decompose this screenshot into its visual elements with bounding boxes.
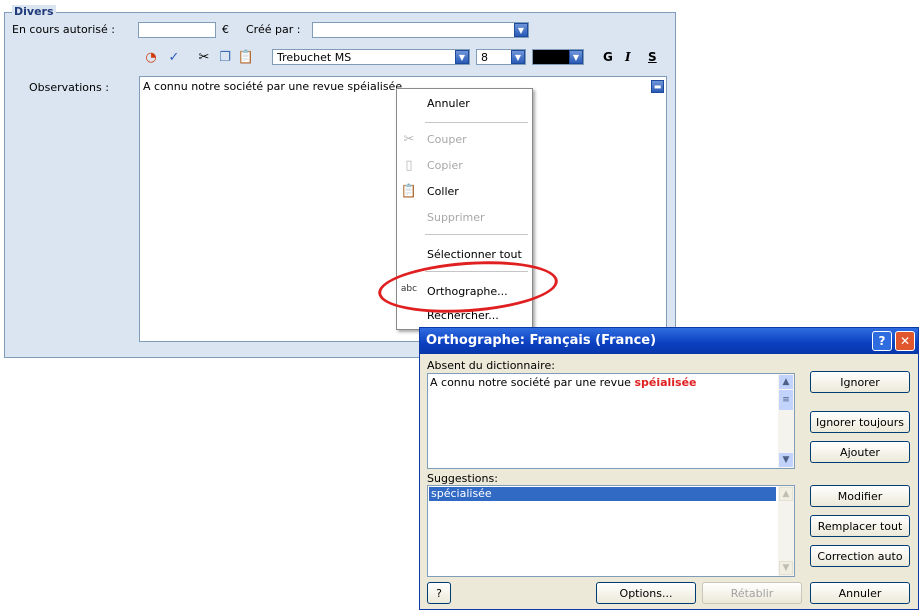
chevron-down-icon[interactable]: ▼ xyxy=(511,50,525,64)
ignorer-toujours-button[interactable]: Ignorer toujours xyxy=(810,411,910,433)
modifier-button[interactable]: Modifier xyxy=(810,485,910,507)
cree-par-label: Créé par : xyxy=(246,23,301,36)
underline-button[interactable]: S xyxy=(648,50,657,64)
copy-icon: ▯ xyxy=(405,157,413,173)
font-name-select[interactable]: Trebuchet MS ▼ xyxy=(272,49,470,65)
annuler-button[interactable]: Annuler xyxy=(810,582,910,604)
scroll-up-icon[interactable]: ▲ xyxy=(779,487,793,501)
chevron-down-icon[interactable]: ▼ xyxy=(455,50,469,64)
menu-item-copier[interactable]: Copier xyxy=(427,159,463,172)
menu-item-coller[interactable]: Coller xyxy=(427,185,459,198)
suggestion-item[interactable]: spécialisée xyxy=(429,487,776,501)
en-cours-label: En cours autorisé : xyxy=(12,23,115,36)
help-icon[interactable]: ? xyxy=(427,582,451,604)
menu-item-supprimer[interactable]: Supprimer xyxy=(427,211,485,224)
divers-panel: Divers En cours autorisé : € Créé par : … xyxy=(4,5,676,358)
bold-button[interactable]: G xyxy=(603,50,613,64)
spelling-dialog: Orthographe: Français (France) ? ✕ Absen… xyxy=(419,327,919,610)
ignorer-button[interactable]: Ignorer xyxy=(810,371,910,393)
en-cours-input[interactable] xyxy=(138,22,216,38)
menu-divider xyxy=(425,122,528,123)
suggestions-scrollbar[interactable]: ▲ ▼ xyxy=(778,486,794,576)
suggestions-list[interactable]: spécialisée ▲ ▼ xyxy=(427,485,795,577)
italic-button[interactable]: I xyxy=(625,50,631,64)
currency-symbol: € xyxy=(222,23,229,36)
paste-icon: 📋 xyxy=(400,183,418,199)
absent-label: Absent du dictionnaire: xyxy=(427,359,555,372)
divers-legend: Divers xyxy=(12,5,56,18)
options-button[interactable]: Options... xyxy=(596,582,696,604)
misspelled-word: spéialisée xyxy=(634,376,697,389)
dialog-title: Orthographe: Français (France) xyxy=(426,333,657,348)
paste-icon[interactable]: 📋 xyxy=(237,48,255,66)
collapse-icon[interactable]: ▬ xyxy=(651,80,664,93)
suggestions-label: Suggestions: xyxy=(427,472,498,485)
menu-item-selectionner-tout[interactable]: Sélectionner tout xyxy=(427,248,522,261)
ajouter-button[interactable]: Ajouter xyxy=(810,441,910,463)
scroll-up-icon[interactable]: ▲ xyxy=(779,375,793,389)
scroll-thumb[interactable]: ≡ xyxy=(779,390,793,410)
chevron-down-icon[interactable]: ▼ xyxy=(569,50,583,64)
cree-par-select[interactable]: ▼ xyxy=(312,22,529,38)
font-color-select[interactable]: ▼ xyxy=(532,49,584,65)
menu-item-annuler[interactable]: Annuler xyxy=(427,97,470,110)
scroll-down-icon[interactable]: ▼ xyxy=(779,453,793,467)
observations-label: Observations : xyxy=(29,81,109,94)
spellcheck-icon[interactable]: ✓ xyxy=(165,48,183,66)
chevron-down-icon[interactable]: ▼ xyxy=(514,23,528,37)
remplacer-tout-button[interactable]: Remplacer tout xyxy=(810,515,910,537)
help-icon[interactable]: ? xyxy=(872,331,892,351)
correction-auto-button[interactable]: Correction auto xyxy=(810,545,910,567)
retablir-button[interactable]: Rétablir xyxy=(702,582,802,604)
scroll-down-icon[interactable]: ▼ xyxy=(779,561,793,575)
absent-scrollbar[interactable]: ▲ ≡ ▼ xyxy=(778,374,794,468)
menu-item-couper[interactable]: Couper xyxy=(427,133,467,146)
dialog-title-bar: Orthographe: Français (France) ? ✕ xyxy=(420,328,918,354)
sentence-text: A connu notre société par une revue xyxy=(430,376,635,389)
absent-textbox[interactable]: A connu notre société par une revue spéi… xyxy=(427,373,795,469)
scissors-icon[interactable]: ✂ xyxy=(195,48,213,66)
font-size-select[interactable]: 8 ▼ xyxy=(476,49,526,65)
observations-text: A connu notre société par une revue spéi… xyxy=(143,80,403,93)
menu-divider xyxy=(425,234,528,235)
scissors-icon: ✂ xyxy=(403,131,415,147)
copy-icon[interactable]: ❐ xyxy=(216,48,234,66)
clock-icon[interactable]: ◔ xyxy=(142,48,160,66)
close-icon[interactable]: ✕ xyxy=(895,331,915,351)
